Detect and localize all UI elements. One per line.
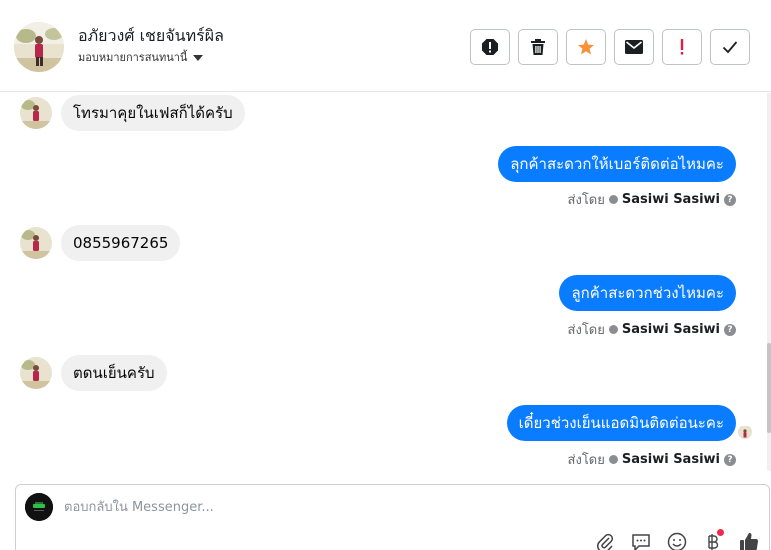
mark-spam-button[interactable] (470, 29, 510, 65)
sent-by-label: ส่งโดย (567, 193, 605, 208)
contact-avatar-small[interactable] (20, 97, 52, 129)
emoji-button[interactable] (666, 531, 688, 550)
paperclip-icon (597, 533, 613, 550)
delete-button[interactable] (518, 29, 558, 65)
reply-input[interactable] (64, 497, 564, 517)
emoji-icon (667, 532, 687, 550)
payment-button[interactable] (702, 529, 724, 550)
envelope-icon (625, 40, 643, 54)
incoming-message: 0855967265 (20, 225, 181, 261)
contact-avatar-small[interactable] (20, 357, 52, 389)
sent-by-label: ส่งโดย (567, 323, 605, 338)
message-bubble-outgoing[interactable]: ลูกค้าสะดวกช่วงไหมคะ (559, 275, 736, 311)
page-dot-icon (608, 455, 618, 464)
star-icon (578, 39, 594, 55)
checkmark-icon (722, 41, 738, 54)
page-dot-icon (608, 195, 618, 204)
trash-icon (531, 39, 545, 55)
sent-by-info: ส่งโดย Sasiwi Sasiwi ? (568, 449, 736, 470)
mark-done-button[interactable] (710, 29, 750, 65)
exclamation-icon (680, 39, 684, 55)
attach-button[interactable] (594, 531, 616, 550)
like-button[interactable] (738, 531, 760, 550)
spam-icon (482, 39, 498, 55)
sent-by-info: ส่งโดย Sasiwi Sasiwi ? (568, 319, 736, 340)
help-icon[interactable]: ? (724, 323, 736, 336)
message-bubble[interactable]: 0855967265 (61, 225, 181, 261)
mark-unread-button[interactable] (614, 29, 654, 65)
sender-name[interactable]: Sasiwi Sasiwi (622, 452, 720, 467)
help-icon[interactable]: ? (724, 193, 736, 206)
sender-name[interactable]: Sasiwi Sasiwi (622, 192, 720, 207)
reply-composer (15, 484, 770, 550)
page-avatar (25, 493, 53, 521)
thread-scrollbar[interactable] (767, 93, 771, 471)
contact-avatar-small[interactable] (20, 227, 52, 259)
incoming-message: โทรมาคุยในเฟสก็ได้ครับ (20, 95, 245, 131)
assign-conversation-dropdown[interactable]: มอบหมายการสนทนานี้ (78, 48, 204, 66)
caret-down-icon (193, 55, 204, 61)
saved-reply-button[interactable] (630, 531, 652, 550)
incoming-message: ตดนเย็นครับ (20, 355, 167, 391)
composer-toolbar (594, 529, 760, 550)
thumbs-up-icon (740, 532, 759, 550)
message-bubble[interactable]: โทรมาคุยในเฟสก็ได้ครับ (61, 95, 245, 131)
follow-up-button[interactable] (662, 29, 702, 65)
message-bubble[interactable]: ตดนเย็นครับ (61, 355, 167, 391)
sent-by-label: ส่งโดย (567, 453, 605, 468)
star-button[interactable] (566, 29, 606, 65)
sender-name[interactable]: Sasiwi Sasiwi (622, 322, 720, 337)
conversation-actions (470, 29, 750, 65)
contact-avatar[interactable] (14, 22, 64, 72)
notification-dot (717, 529, 724, 536)
saved-reply-icon (632, 534, 650, 550)
message-bubble-outgoing[interactable]: ลุกค้าสะดวกให้เบอร์ติดต่อไหมคะ (498, 146, 736, 182)
contact-name: อภัยวงศ์ เชยจันทร์ผิล (78, 26, 224, 45)
page-dot-icon (608, 325, 618, 334)
conversation-header: อภัยวงศ์ เชยจันทร์ผิล มอบหมายการสนทนานี้ (0, 0, 771, 92)
assign-label: มอบหมายการสนทนานี้ (78, 51, 188, 64)
message-thread[interactable]: โทรมาคุยในเฟสก็ได้ครับ ลุกค้าสะดวกให้เบอ… (0, 93, 766, 471)
sent-by-info: ส่งโดย Sasiwi Sasiwi ? (568, 189, 736, 210)
seen-avatar (738, 425, 752, 439)
help-icon[interactable]: ? (724, 453, 736, 466)
scrollbar-thumb[interactable] (767, 343, 771, 433)
message-bubble-outgoing[interactable]: เดี๋ยวช่วงเย็นแอดมินติดต่อนะคะ (506, 405, 736, 441)
